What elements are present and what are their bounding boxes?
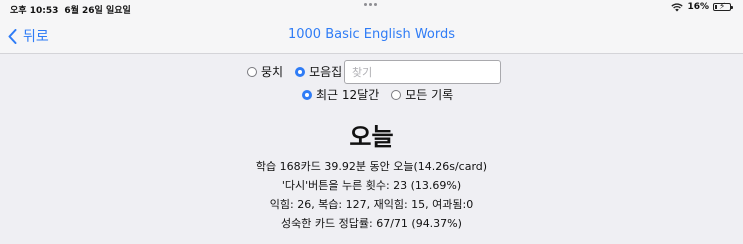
battery-charging-icon: ⚡	[713, 2, 733, 12]
scope-radio-collection[interactable]	[295, 66, 306, 77]
section-heading-today: 오늘	[349, 123, 394, 151]
period-radio-12-months[interactable]	[302, 89, 312, 100]
status-indicators: 16% ⚡	[671, 2, 733, 12]
scope-radio-deck[interactable]	[247, 66, 257, 77]
scope-label-deck: 뭉치	[261, 65, 284, 79]
scope-label-collection: 모음집	[309, 65, 343, 79]
stats-studied-line: 학습 168카드 39.92분 동안 오늘(14.26s/card)	[255, 160, 488, 173]
battery-percent: 16%	[687, 2, 709, 12]
period-option-all-history[interactable]: 모든 기록	[391, 86, 453, 103]
wifi-icon	[671, 2, 684, 11]
today-stats: 학습 168카드 39.92분 동안 오늘(14.26s/card) '다시'버…	[0, 157, 743, 233]
search-input[interactable]	[344, 60, 501, 84]
period-radio-all-history[interactable]	[391, 89, 402, 100]
scope-selector: 뭉치 모음집	[247, 63, 342, 80]
status-time: 오후 10:53	[10, 6, 59, 16]
scope-option-deck[interactable]: 뭉치	[247, 63, 283, 80]
status-bar: 오후 10:53 6월 26일 일요일 16% ⚡	[0, 0, 743, 17]
period-selector: 최근 12달간 모든 기록	[302, 86, 453, 103]
status-clock: 오후 10:53 6월 26일 일요일	[10, 3, 131, 16]
period-label-12-months: 최근 12달간	[316, 88, 380, 102]
multitasking-dots-icon[interactable]	[364, 3, 380, 9]
period-option-12-months[interactable]: 최근 12달간	[302, 86, 379, 103]
scope-option-collection[interactable]: 모음집	[295, 63, 342, 80]
navigation-bar: 뒤로 1000 Basic English Words	[0, 17, 743, 54]
period-label-all-history: 모든 기록	[405, 88, 454, 102]
status-date: 6월 26일 일요일	[64, 6, 131, 16]
stats-mature-line: 성숙한 카드 정답률: 67/71 (94.37%)	[281, 217, 462, 230]
stats-again-line: '다시'버튼을 누른 횟수: 23 (13.69%)	[281, 179, 462, 192]
stats-breakdown-line: 익힘: 26, 복습: 127, 재익힘: 15, 여과됨:0	[269, 198, 474, 211]
nav-title: 1000 Basic English Words	[287, 27, 456, 42]
